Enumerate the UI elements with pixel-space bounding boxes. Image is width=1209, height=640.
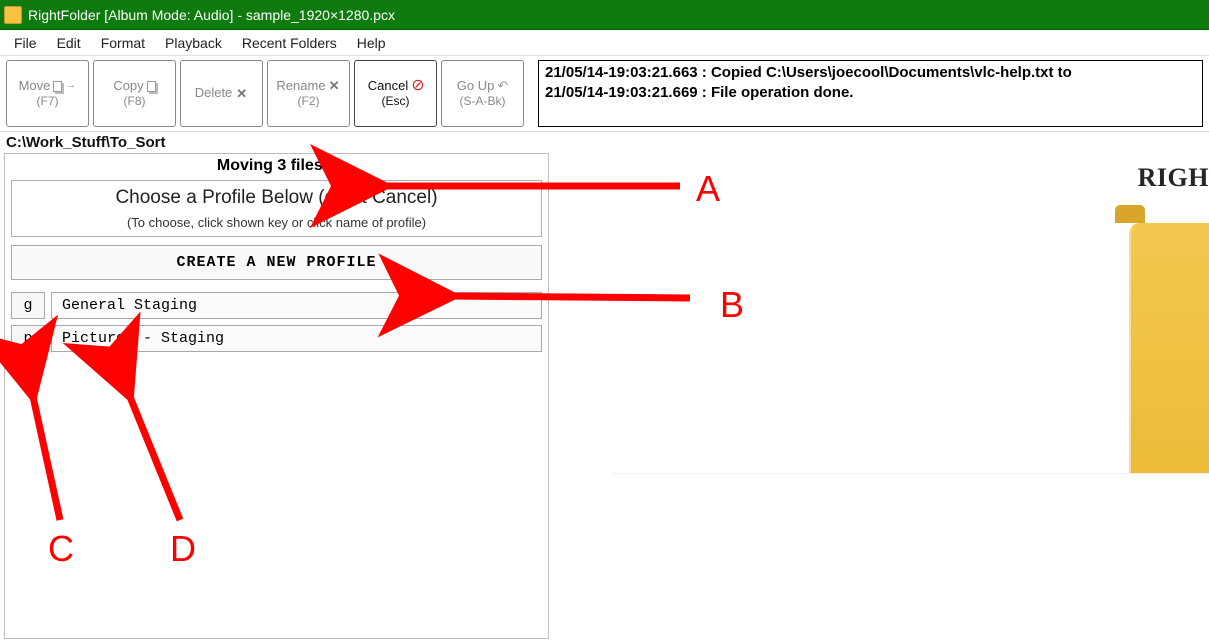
window-title: RightFolder [Album Mode: Audio] - sample… bbox=[28, 7, 395, 23]
profile-key-button[interactable]: p bbox=[11, 325, 45, 352]
x-icon: ✕ bbox=[236, 88, 248, 100]
menu-file[interactable]: File bbox=[4, 33, 47, 53]
profile-panel: Moving 3 files... Choose a Profile Below… bbox=[4, 153, 549, 639]
move-button[interactable]: Move → (F7) bbox=[6, 60, 89, 127]
file-icon bbox=[53, 81, 62, 92]
go-up-button-hotkey: (S-A-Bk) bbox=[460, 94, 506, 109]
profile-row: g General Staging bbox=[11, 292, 542, 319]
move-button-label: Move bbox=[19, 78, 51, 94]
move-button-hotkey: (F7) bbox=[37, 94, 59, 109]
window-titlebar: RightFolder [Album Mode: Audio] - sample… bbox=[0, 0, 1209, 30]
folder-tab-icon bbox=[1115, 205, 1145, 223]
profile-key-button[interactable]: g bbox=[11, 292, 45, 319]
app-icon bbox=[4, 6, 22, 24]
profile-row: p Pictures - Staging bbox=[11, 325, 542, 352]
log-line-2: 21/05/14-19:03:21.669 : File operation d… bbox=[545, 83, 1196, 103]
cancel-button[interactable]: Cancel ⊘ (Esc) bbox=[354, 60, 437, 127]
copy-button-label: Copy bbox=[113, 78, 143, 94]
content-area: Moving 3 files... Choose a Profile Below… bbox=[0, 153, 1209, 639]
log-panel: 21/05/14-19:03:21.663 : Copied C:\Users\… bbox=[538, 60, 1203, 127]
go-up-button[interactable]: Go Up ↶ (S-A-Bk) bbox=[441, 60, 524, 127]
rename-button[interactable]: Rename ✕ (F2) bbox=[267, 60, 350, 127]
toolbar: Move → (F7) Copy (F8) Delete ✕ Rename ✕ … bbox=[0, 56, 1209, 132]
x-icon: ✕ bbox=[329, 80, 341, 92]
undo-icon: ↶ bbox=[497, 78, 508, 94]
cancel-button-label: Cancel bbox=[368, 78, 408, 94]
profile-name-button[interactable]: Pictures - Staging bbox=[51, 325, 542, 352]
profile-name-button[interactable]: General Staging bbox=[51, 292, 542, 319]
copy-button[interactable]: Copy (F8) bbox=[93, 60, 176, 127]
current-path: C:\Work_Stuff\To_Sort bbox=[0, 132, 1209, 153]
app-banner-cropped: Righ bbox=[1138, 163, 1209, 193]
preview-blank-area bbox=[613, 473, 1209, 639]
delete-button[interactable]: Delete ✕ bbox=[180, 60, 263, 127]
menu-edit[interactable]: Edit bbox=[47, 33, 91, 53]
menu-help[interactable]: Help bbox=[347, 33, 396, 53]
operation-title: Moving 3 files... bbox=[5, 154, 548, 178]
log-line-1: 21/05/14-19:03:21.663 : Copied C:\Users\… bbox=[545, 63, 1196, 83]
delete-button-label: Delete bbox=[195, 85, 233, 101]
menu-playback[interactable]: Playback bbox=[155, 33, 232, 53]
copy-icon bbox=[147, 81, 156, 92]
create-profile-button[interactable]: CREATE A NEW PROFILE bbox=[11, 245, 542, 280]
choose-profile-header: Choose a Profile Below (or hit Cancel) (… bbox=[11, 180, 542, 237]
arrow-right-icon: → bbox=[65, 79, 76, 93]
cancel-button-hotkey: (Esc) bbox=[382, 94, 410, 109]
menubar: File Edit Format Playback Recent Folders… bbox=[0, 30, 1209, 56]
rename-button-label: Rename bbox=[276, 78, 325, 94]
cancel-icon: ⊘ bbox=[411, 80, 423, 92]
choose-profile-sub: (To choose, click shown key or click nam… bbox=[12, 213, 541, 236]
menu-recent[interactable]: Recent Folders bbox=[232, 33, 347, 53]
preview-pane: Righ bbox=[557, 153, 1209, 639]
choose-profile-main: Choose a Profile Below (or hit Cancel) bbox=[12, 181, 541, 213]
menu-format[interactable]: Format bbox=[91, 33, 155, 53]
rename-button-hotkey: (F2) bbox=[298, 94, 320, 109]
go-up-button-label: Go Up bbox=[457, 78, 495, 94]
copy-button-hotkey: (F8) bbox=[124, 94, 146, 109]
